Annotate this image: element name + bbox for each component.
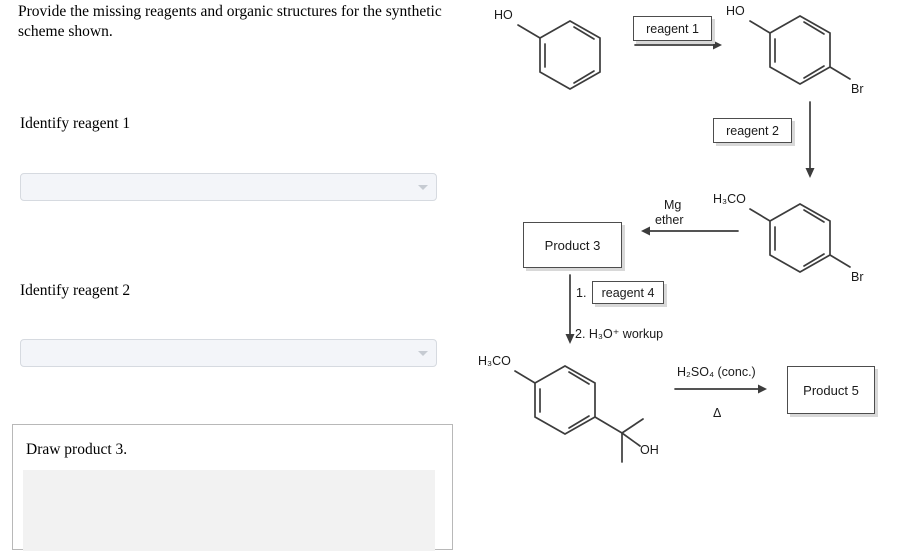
box-reagent-1: reagent 1	[633, 16, 712, 41]
chevron-down-icon[interactable]	[418, 351, 428, 356]
arrow-label-heat: Δ	[713, 406, 722, 420]
label-identify-reagent-2: Identify reagent 2	[20, 282, 131, 299]
structure-phenol	[517, 20, 601, 90]
chevron-down-icon[interactable]	[418, 185, 428, 190]
arrow-reagent-2	[805, 101, 815, 178]
arrow-label-mg: Mg	[664, 198, 682, 212]
arrow-reagent-1	[634, 40, 722, 50]
atom-label-bromophenol-ho: HO	[726, 4, 745, 18]
arrow-label-sulfuric-acid: H₂SO₄ (conc.)	[677, 365, 756, 379]
box-product-5: Product 5	[787, 366, 875, 414]
select-reagent-2[interactable]	[20, 339, 437, 367]
label-identify-reagent-1: Identify reagent 1	[20, 115, 131, 132]
select-reagent-1[interactable]	[20, 173, 437, 201]
draw-product-3-title: Draw product 3.	[26, 441, 128, 458]
arrow-label-step-1: 1.	[576, 286, 587, 300]
structure-4-bromophenol	[749, 15, 851, 85]
question-left-column: Provide the missing reagents and organic…	[0, 0, 470, 551]
box-product-3: Product 3	[523, 222, 622, 268]
atom-label-product4-oh: OH	[640, 443, 659, 457]
arrow-mg-ether	[641, 226, 739, 236]
atom-label-bromophenol-br: Br	[851, 82, 864, 96]
atom-label-phenol-ho: HO	[494, 8, 513, 22]
structure-4-bromoanisole	[749, 203, 851, 273]
box-reagent-2: reagent 2	[713, 118, 792, 143]
structure-methoxyphenyl-propanol	[514, 365, 644, 463]
atom-label-bromoanisole-h3co: H₃CO	[713, 192, 746, 206]
question-prompt: Provide the missing reagents and organic…	[18, 3, 442, 41]
arrow-h2so4	[674, 384, 767, 394]
box-reagent-4: reagent 4	[592, 281, 664, 304]
arrow-label-ether: ether	[655, 213, 684, 227]
arrow-product3-down	[565, 274, 575, 344]
atom-label-bromoanisole-br: Br	[851, 270, 864, 284]
draw-product-3-canvas[interactable]	[23, 470, 435, 551]
arrow-label-step-2: 2. H₃O⁺ workup	[575, 327, 664, 341]
reaction-scheme: HO HO Br H₃CO Br H₃CO OH Mg ether 1. 2. …	[470, 0, 923, 550]
draw-product-3-panel: Draw product 3.	[12, 424, 453, 551]
atom-label-product4-h3co: H₃CO	[478, 354, 511, 368]
